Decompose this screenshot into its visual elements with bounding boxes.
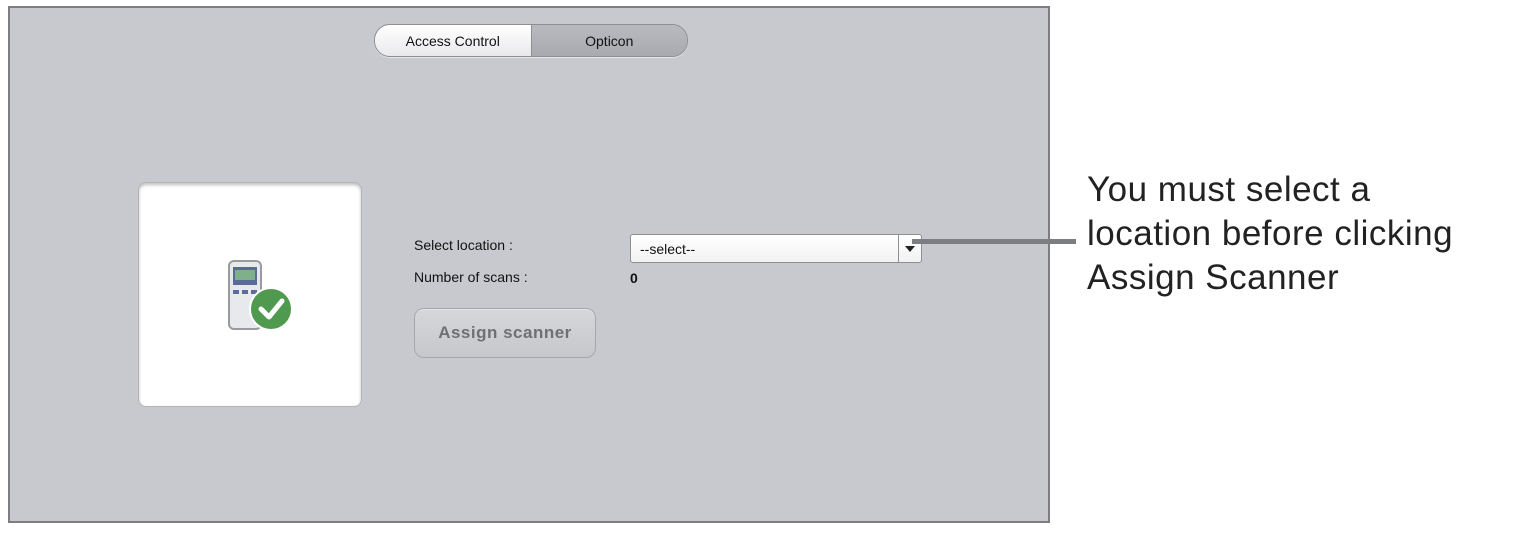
tab-opticon[interactable]: Opticon xyxy=(531,25,687,56)
select-location-label: Select location : xyxy=(414,237,513,253)
number-of-scans-label: Number of scans : xyxy=(414,269,528,285)
scanner-image-card xyxy=(138,182,362,407)
callout-line-3: Assign Scanner xyxy=(1087,258,1340,297)
callout-line-1: You must select a xyxy=(1087,170,1371,209)
number-of-scans-value: 0 xyxy=(630,270,638,286)
location-select[interactable]: --select-- xyxy=(630,234,922,263)
tab-access-control[interactable]: Access Control xyxy=(375,25,532,56)
location-select-value: --select-- xyxy=(640,241,696,257)
callout-line-2: location before clicking xyxy=(1087,214,1454,253)
tab-switcher: Access Control Opticon xyxy=(374,24,688,57)
opticon-panel: Access Control Opticon Select location :… xyxy=(8,6,1050,523)
callout-connector xyxy=(912,239,1076,244)
callout-note: You must select a location before clicki… xyxy=(1087,168,1517,300)
assign-scanner-button[interactable]: Assign scanner xyxy=(414,308,596,358)
scanner-device-icon xyxy=(228,260,293,331)
checkmark-icon xyxy=(249,287,293,331)
